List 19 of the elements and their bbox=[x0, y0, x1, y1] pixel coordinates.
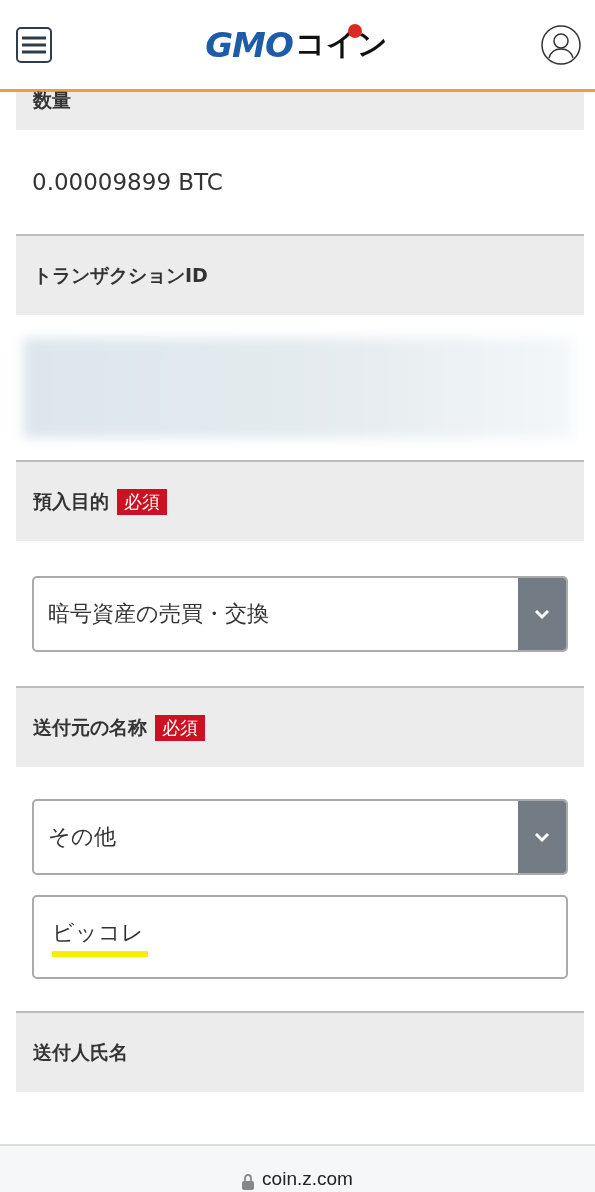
field-label: 送付元の名称 bbox=[33, 714, 147, 740]
input-field[interactable]: ビッコレ bbox=[32, 895, 568, 979]
chevron-down-icon bbox=[533, 607, 551, 620]
dropdown[interactable]: 暗号資産の売買・交換 bbox=[32, 575, 568, 652]
field-label: 数量 bbox=[33, 88, 71, 113]
field-label: 預入目的 bbox=[33, 488, 109, 514]
logo[interactable]: GMOコイン bbox=[205, 24, 388, 65]
user-icon[interactable] bbox=[541, 24, 581, 65]
field-label: 送付人氏名 bbox=[33, 1039, 128, 1065]
field-label: トランザクションID bbox=[33, 262, 208, 288]
chevron-down-icon bbox=[533, 831, 551, 843]
required-tag: 必須 bbox=[117, 488, 167, 515]
lock-icon bbox=[242, 1174, 255, 1190]
dropdown[interactable]: その他 bbox=[32, 799, 568, 875]
menu-button[interactable] bbox=[16, 26, 52, 63]
required-tag: 必須 bbox=[155, 714, 205, 741]
menu-icon bbox=[21, 34, 47, 55]
amount-value: 0.00009899 BTC bbox=[32, 169, 223, 195]
url-text[interactable]: coin.z.com bbox=[262, 1168, 353, 1190]
